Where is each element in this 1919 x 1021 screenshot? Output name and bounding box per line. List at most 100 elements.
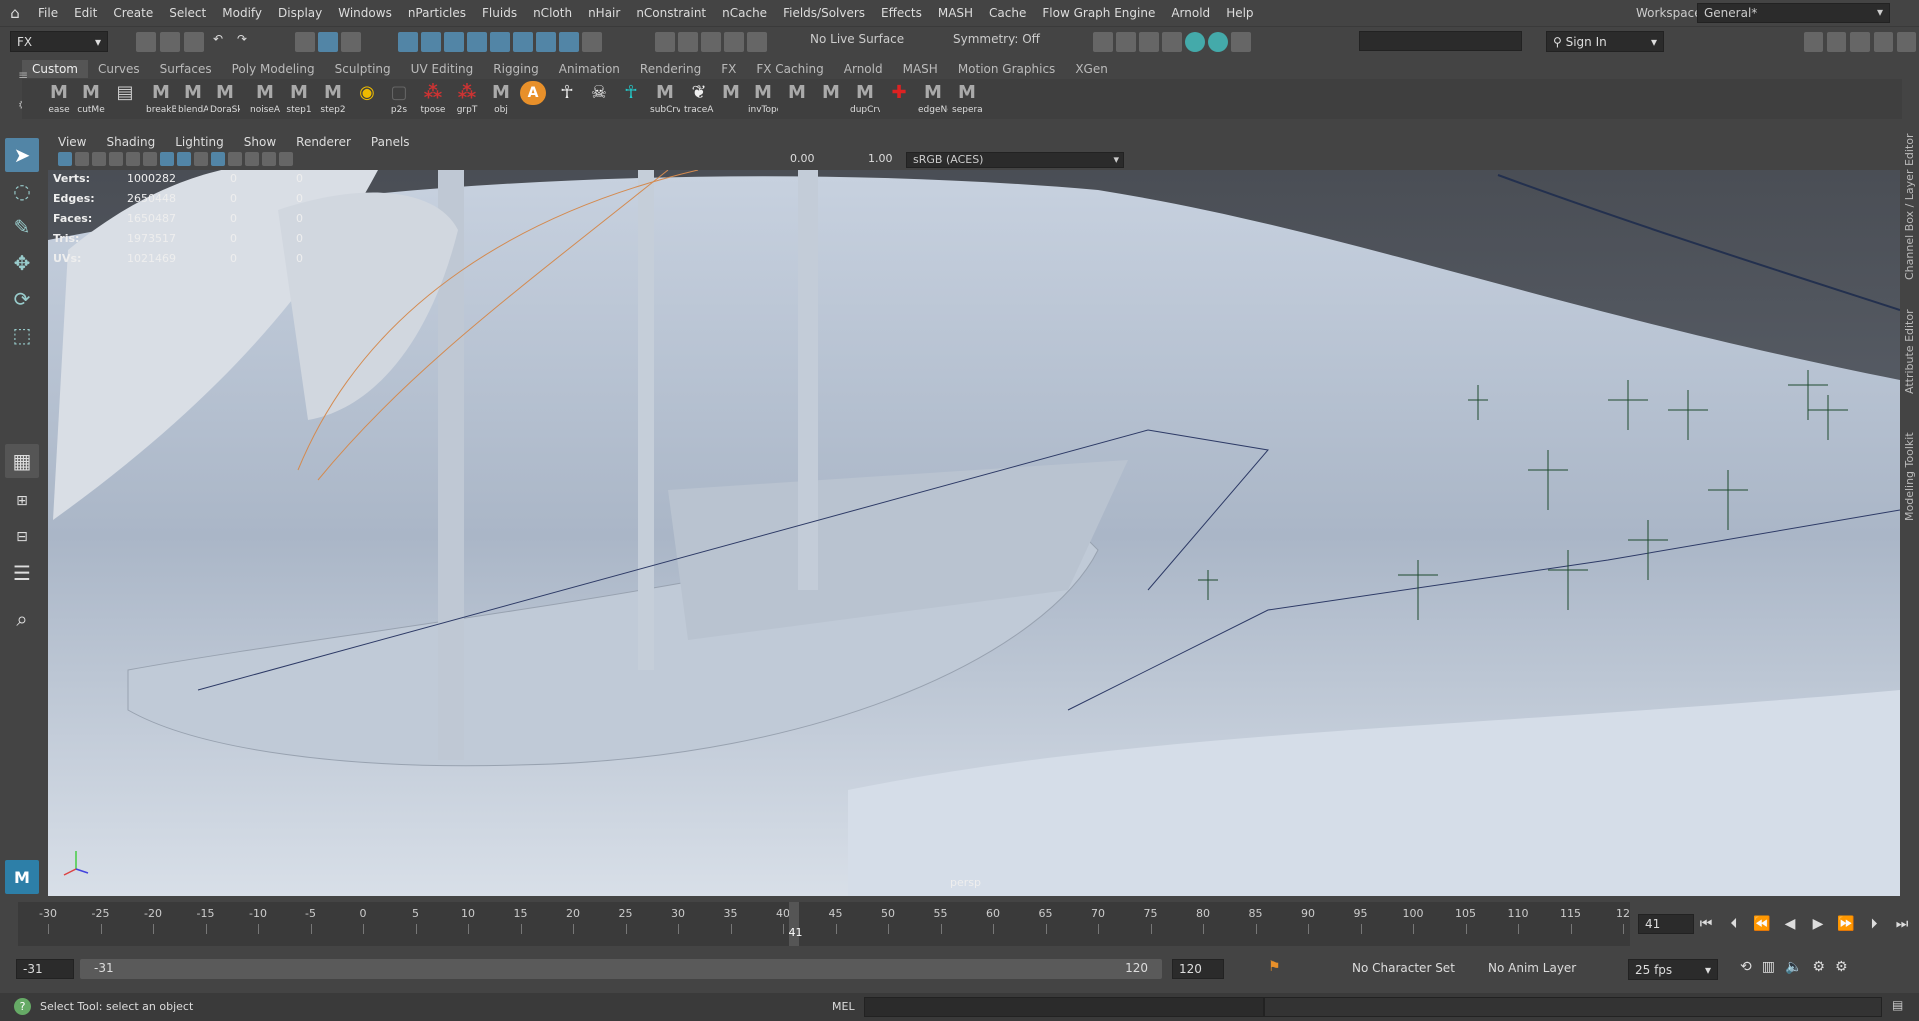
shelf-button-step1[interactable]: Mstep1: [284, 81, 314, 117]
textured-icon[interactable]: [194, 152, 208, 166]
move-tool-icon[interactable]: ✥: [5, 246, 39, 280]
render-view-icon[interactable]: [1093, 32, 1113, 52]
animation-start-field[interactable]: -31: [16, 959, 74, 979]
viewport-menu-panels[interactable]: Panels: [361, 135, 420, 149]
sign-in-dropdown[interactable]: ⚲ Sign In ▾: [1546, 31, 1664, 52]
shelf-button-skull[interactable]: ☠: [584, 81, 614, 117]
select-hierarchy-icon[interactable]: [295, 32, 315, 52]
attribute-editor-icon[interactable]: [1827, 32, 1847, 52]
menu-cache[interactable]: Cache: [981, 0, 1034, 26]
lasso-tool-icon[interactable]: ◌: [5, 174, 39, 208]
rotate-tool-icon[interactable]: ⟳: [5, 282, 39, 316]
mask-surfaces-icon[interactable]: [467, 32, 487, 52]
preferences-icon[interactable]: ⚙: [1812, 959, 1825, 979]
cache-icon[interactable]: ▥: [1762, 959, 1775, 979]
go-to-start-icon[interactable]: ⏮: [1696, 914, 1716, 934]
shelf-button-tpose[interactable]: ⁂ tpose: [418, 81, 448, 117]
xray-icon[interactable]: [279, 152, 293, 166]
camera-attributes-icon[interactable]: [75, 152, 89, 166]
isolate-select-icon[interactable]: [262, 152, 276, 166]
render-settings-icon[interactable]: [1162, 32, 1182, 52]
shelf-button-obj[interactable]: Mobj: [486, 81, 516, 117]
film-gate-icon[interactable]: [143, 152, 157, 166]
menu-nparticles[interactable]: nParticles: [400, 0, 474, 26]
step-forward-frame-icon[interactable]: ⏵: [1864, 914, 1884, 934]
viewport-menu-show[interactable]: Show: [234, 135, 286, 149]
shelf-tab-motion-graphics[interactable]: Motion Graphics: [948, 60, 1066, 78]
select-tool-icon[interactable]: ➤: [5, 138, 39, 172]
play-forwards-icon[interactable]: ▶: [1808, 914, 1828, 934]
menu-file[interactable]: File: [30, 0, 66, 26]
scale-tool-icon[interactable]: ⬚: [5, 318, 39, 352]
sound-icon[interactable]: 🔈: [1785, 959, 1802, 979]
shelf-button-seperat[interactable]: Mseperat: [952, 81, 982, 117]
undo-icon[interactable]: ↶: [208, 32, 228, 52]
time-ruler[interactable]: -30 -25 -20 -15 -10 -5 0 5 10 15 20 25 30 35 40 45 50 55 6…: [18, 902, 1630, 946]
shelf-button-dupcrv[interactable]: MdupCrv: [850, 81, 880, 117]
menu-fluids[interactable]: Fluids: [474, 0, 525, 26]
outliner-layout-icon[interactable]: ☰: [5, 556, 39, 590]
snap-curve-icon[interactable]: [678, 32, 698, 52]
shelf-tab-curves[interactable]: Curves: [88, 60, 150, 78]
ambient-occlusion-icon[interactable]: [245, 152, 259, 166]
grid-icon[interactable]: [126, 152, 140, 166]
step-back-frame-icon[interactable]: ⏴: [1724, 914, 1744, 934]
mel-command-input[interactable]: [864, 997, 1264, 1017]
menu-display[interactable]: Display: [270, 0, 330, 26]
lock-icon[interactable]: [582, 32, 602, 52]
shelf-button-color[interactable]: ◉: [352, 81, 382, 117]
animation-end-field[interactable]: 120: [1172, 959, 1224, 979]
pause-icon[interactable]: [1231, 32, 1251, 52]
shelf-tab-surfaces[interactable]: Surfaces: [150, 60, 222, 78]
viewport-menu-view[interactable]: View: [48, 135, 96, 149]
mask-rendering-icon[interactable]: [536, 32, 556, 52]
shelf-tab-mash[interactable]: MASH: [893, 60, 948, 78]
menu-modify[interactable]: Modify: [214, 0, 270, 26]
menu-nhair[interactable]: nHair: [580, 0, 628, 26]
shelf-tab-uv-editing[interactable]: UV Editing: [401, 60, 484, 78]
wireframe-icon[interactable]: [160, 152, 174, 166]
new-scene-icon[interactable]: [136, 32, 156, 52]
play-backwards-icon[interactable]: ◀: [1780, 914, 1800, 934]
loop-icon[interactable]: ⟲: [1740, 959, 1752, 979]
current-frame-field[interactable]: 41: [1638, 914, 1694, 934]
perspective-viewport[interactable]: Verts: 1000282 0 0 Edges: 2650448 0 0 Faces: 16…: [48, 170, 1900, 896]
shelf-button-notes[interactable]: ▤: [110, 81, 140, 117]
shelf-tab-fx-caching[interactable]: FX Caching: [746, 60, 833, 78]
shelf-tab-arnold[interactable]: Arnold: [834, 60, 893, 78]
smooth-shade-icon[interactable]: [177, 152, 191, 166]
step-back-key-icon[interactable]: ⏪: [1752, 914, 1772, 934]
mask-curves-icon[interactable]: [444, 32, 464, 52]
four-view-layout-icon[interactable]: ⊞: [5, 484, 39, 518]
range-slider-bar[interactable]: -31 120: [80, 959, 1162, 979]
shelf-button-blank3[interactable]: M: [816, 81, 846, 117]
open-scene-icon[interactable]: [160, 32, 180, 52]
step-forward-key-icon[interactable]: ⏩: [1836, 914, 1856, 934]
shelf-button-noiseat[interactable]: MnoiseAt: [250, 81, 280, 117]
menu-arnold[interactable]: Arnold: [1163, 0, 1218, 26]
snap-grid-icon[interactable]: [655, 32, 675, 52]
menu-ncache[interactable]: nCache: [714, 0, 775, 26]
shelf-button-subcrvl[interactable]: MsubCrvl: [650, 81, 680, 117]
shelf-tab-animation[interactable]: Animation: [549, 60, 630, 78]
select-component-icon[interactable]: [341, 32, 361, 52]
arnold-render-icon[interactable]: [1208, 32, 1228, 52]
menu-windows[interactable]: Windows: [330, 0, 400, 26]
workspace-select[interactable]: General* ▾: [1697, 3, 1890, 23]
mask-dynamics-icon[interactable]: [513, 32, 533, 52]
make-live-icon[interactable]: [747, 32, 767, 52]
single-perspective-layout-icon[interactable]: ▦: [5, 444, 39, 478]
menu-edit[interactable]: Edit: [66, 0, 105, 26]
viewport-menu-shading[interactable]: Shading: [96, 135, 165, 149]
shelf-button-cutme[interactable]: McutMe: [76, 81, 106, 117]
menu-fields-solvers[interactable]: Fields/Solvers: [775, 0, 873, 26]
color-space-dropdown[interactable]: sRGB (ACES) ▾: [906, 152, 1124, 168]
tool-settings-icon[interactable]: [1850, 32, 1870, 52]
channel-box-icon[interactable]: [1873, 32, 1893, 52]
exposure-value[interactable]: 0.00: [790, 152, 815, 165]
shelf-tab-poly-modeling[interactable]: Poly Modeling: [222, 60, 325, 78]
redo-icon[interactable]: ↷: [232, 32, 252, 52]
layer-editor-icon[interactable]: [1896, 32, 1917, 52]
playhead[interactable]: 41: [788, 902, 803, 946]
shelf-button-ease[interactable]: Mease: [44, 81, 74, 117]
